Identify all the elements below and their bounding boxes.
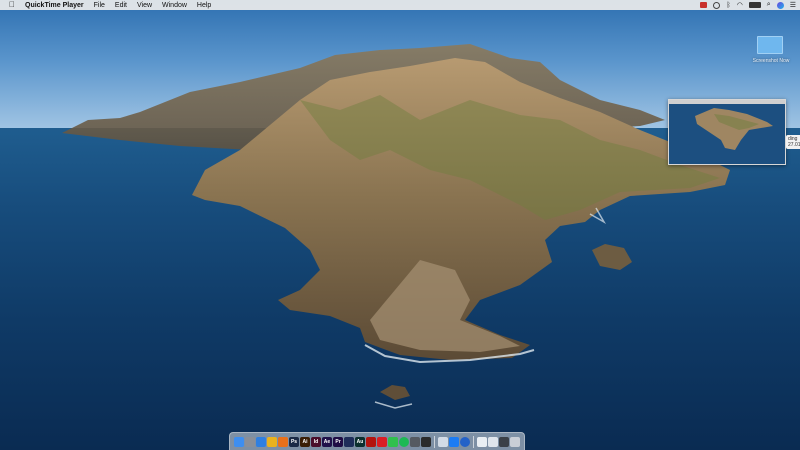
window-thumb-2-icon[interactable] bbox=[488, 436, 498, 447]
screenshot-thumbnail[interactable] bbox=[668, 99, 786, 165]
time-machine-icon[interactable] bbox=[713, 1, 721, 9]
desktop-file-icon[interactable] bbox=[757, 36, 783, 54]
app-store-icon[interactable] bbox=[449, 436, 459, 447]
window-thumb-3-icon[interactable] bbox=[499, 436, 509, 447]
battery-icon[interactable] bbox=[748, 2, 761, 8]
media-encoder-icon[interactable] bbox=[344, 436, 354, 447]
terminal-icon[interactable] bbox=[421, 436, 431, 447]
quicktime-icon[interactable] bbox=[460, 436, 470, 447]
wallpaper-island bbox=[62, 44, 730, 409]
launchpad-icon[interactable] bbox=[245, 436, 255, 447]
premiere-icon[interactable]: Pr bbox=[333, 436, 343, 447]
screenshot-edge-label[interactable]: ding 27.01 bbox=[786, 135, 800, 149]
dock: Ps Ai Id Ae Pr Au bbox=[229, 432, 525, 450]
firefox-icon[interactable] bbox=[278, 436, 288, 447]
menu-view[interactable]: View bbox=[137, 2, 152, 9]
spotify-icon[interactable] bbox=[399, 436, 409, 447]
bluetooth-icon[interactable]: ᛒ bbox=[726, 2, 730, 9]
dock-separator bbox=[473, 435, 474, 448]
desktop-wallpaper bbox=[0, 0, 800, 450]
creative-cloud-icon[interactable] bbox=[377, 436, 387, 447]
preview-icon[interactable] bbox=[438, 436, 448, 447]
siri-icon[interactable] bbox=[776, 1, 784, 9]
menu-edit[interactable]: Edit bbox=[115, 2, 127, 9]
notification-center-icon[interactable]: ☰ bbox=[790, 1, 796, 9]
chrome-icon[interactable] bbox=[267, 436, 277, 447]
audition-icon[interactable]: Au bbox=[355, 436, 365, 447]
after-effects-icon[interactable]: Ae bbox=[322, 436, 332, 447]
acrobat-icon[interactable] bbox=[366, 436, 376, 447]
desktop-file-label[interactable]: Screenshot Now bbox=[748, 58, 794, 64]
finder-icon[interactable] bbox=[234, 436, 244, 447]
wifi-icon[interactable]: ◠ bbox=[737, 1, 743, 9]
record-icon[interactable] bbox=[700, 2, 708, 8]
calculator-icon[interactable] bbox=[410, 436, 420, 447]
menu-window[interactable]: Window bbox=[162, 2, 187, 9]
menu-help[interactable]: Help bbox=[197, 2, 211, 9]
illustrator-icon[interactable]: Ai bbox=[300, 436, 310, 447]
menu-file[interactable]: File bbox=[94, 2, 105, 9]
apple-icon[interactable]:  bbox=[7, 0, 17, 10]
trash-icon[interactable] bbox=[510, 436, 520, 447]
menu-bar:  QuickTime Player File Edit View Window… bbox=[0, 0, 800, 10]
indesign-icon[interactable]: Id bbox=[311, 436, 321, 447]
window-thumb-1-icon[interactable] bbox=[477, 436, 487, 447]
dock-separator bbox=[434, 435, 435, 448]
thumbnail-menubar bbox=[669, 100, 785, 104]
photoshop-icon[interactable]: Ps bbox=[289, 436, 299, 447]
search-icon[interactable]: ⌕ bbox=[767, 1, 771, 9]
messages-icon[interactable] bbox=[388, 436, 398, 447]
thumbnail-image bbox=[669, 104, 785, 164]
safari-icon[interactable] bbox=[256, 436, 266, 447]
menu-app-name[interactable]: QuickTime Player bbox=[25, 2, 84, 9]
